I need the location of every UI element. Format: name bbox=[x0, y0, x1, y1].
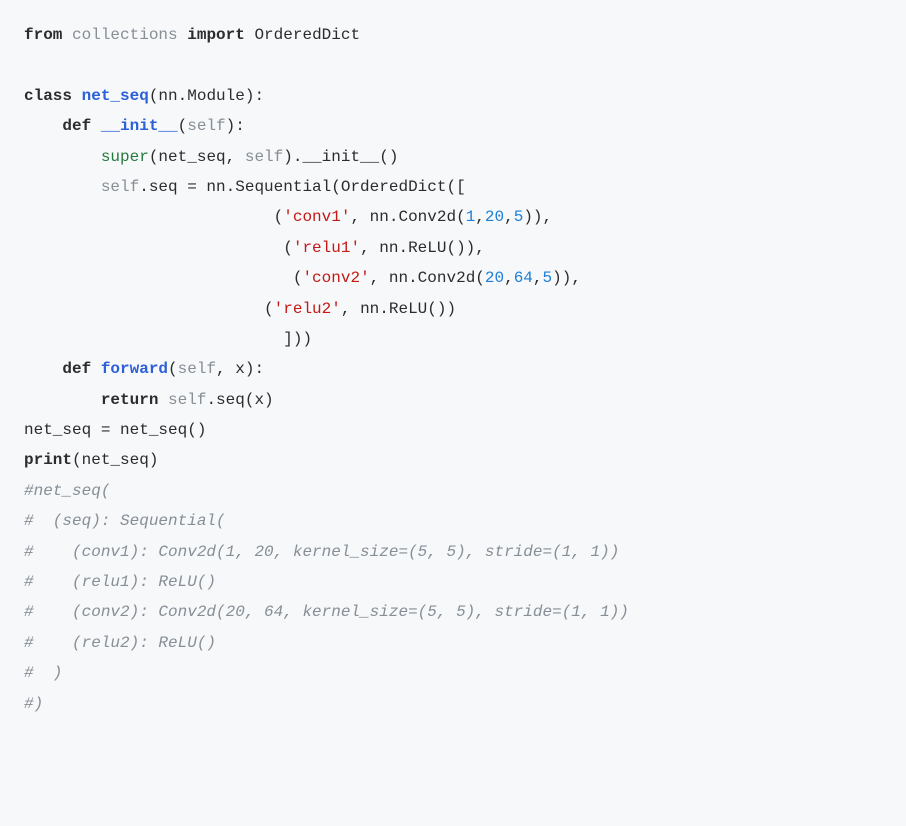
code-token: ).__init__() bbox=[283, 148, 398, 166]
code-line: def forward(self, x): bbox=[24, 354, 882, 384]
code-token: )), bbox=[552, 269, 581, 287]
code-token: 20 bbox=[485, 208, 504, 226]
code-line: #net_seq( bbox=[24, 476, 882, 506]
code-line: class net_seq(nn.Module): bbox=[24, 81, 882, 111]
code-line: print(net_seq) bbox=[24, 445, 882, 475]
code-token bbox=[24, 360, 62, 378]
code-line: ('conv2', nn.Conv2d(20,64,5)), bbox=[24, 263, 882, 293]
code-token: # (conv2): Conv2d(20, 64, kernel_size=(5… bbox=[24, 603, 629, 621]
code-line: # (conv1): Conv2d(1, 20, kernel_size=(5,… bbox=[24, 537, 882, 567]
code-token: class bbox=[24, 87, 82, 105]
code-token: (nn.Module): bbox=[149, 87, 264, 105]
code-line: # (conv2): Conv2d(20, 64, kernel_size=(5… bbox=[24, 597, 882, 627]
code-token: , bbox=[504, 269, 514, 287]
code-token: 'conv1' bbox=[283, 208, 350, 226]
code-token: # (conv1): Conv2d(1, 20, kernel_size=(5,… bbox=[24, 543, 619, 561]
code-token: return bbox=[101, 391, 168, 409]
code-token: self bbox=[178, 360, 216, 378]
code-token: # (seq): Sequential( bbox=[24, 512, 226, 530]
code-token: self bbox=[168, 391, 206, 409]
code-line: # (seq): Sequential( bbox=[24, 506, 882, 536]
code-token: ( bbox=[24, 208, 283, 226]
code-token: , nn.ReLU()) bbox=[341, 300, 456, 318]
code-token: 20 bbox=[485, 269, 504, 287]
code-line: ('relu2', nn.ReLU()) bbox=[24, 294, 882, 324]
code-token: __init__ bbox=[101, 117, 178, 135]
code-token: 5 bbox=[514, 208, 524, 226]
code-line: from collections import OrderedDict bbox=[24, 20, 882, 50]
code-token: 5 bbox=[543, 269, 553, 287]
code-token: # (relu1): ReLU() bbox=[24, 573, 216, 591]
code-token: self bbox=[187, 117, 225, 135]
code-token: self bbox=[245, 148, 283, 166]
code-token: (net_seq, bbox=[149, 148, 245, 166]
code-token: , bbox=[504, 208, 514, 226]
code-line: ('conv1', nn.Conv2d(1,20,5)), bbox=[24, 202, 882, 232]
code-token: , bbox=[475, 208, 485, 226]
code-line: # (relu1): ReLU() bbox=[24, 567, 882, 597]
code-token: , bbox=[533, 269, 543, 287]
code-token: collections bbox=[72, 26, 187, 44]
code-token: (net_seq) bbox=[72, 451, 158, 469]
code-line: ])) bbox=[24, 324, 882, 354]
code-token: # ) bbox=[24, 664, 62, 682]
code-line: net_seq = net_seq() bbox=[24, 415, 882, 445]
code-token: , nn.Conv2d( bbox=[350, 208, 465, 226]
code-token: forward bbox=[101, 360, 168, 378]
code-line: #) bbox=[24, 689, 882, 719]
code-token: net_seq = net_seq() bbox=[24, 421, 206, 439]
code-token: net_seq bbox=[82, 87, 149, 105]
code-token: from bbox=[24, 26, 72, 44]
code-token: ])) bbox=[24, 330, 312, 348]
code-line bbox=[24, 50, 882, 80]
code-line: self.seq = nn.Sequential(OrderedDict([ bbox=[24, 172, 882, 202]
code-token: 'relu2' bbox=[274, 300, 341, 318]
code-token: def bbox=[62, 117, 100, 135]
code-line: def __init__(self): bbox=[24, 111, 882, 141]
code-token: .seq = nn.Sequential(OrderedDict([ bbox=[139, 178, 465, 196]
code-token bbox=[24, 117, 62, 135]
code-token: 64 bbox=[514, 269, 533, 287]
code-token bbox=[24, 178, 101, 196]
code-token: def bbox=[62, 360, 100, 378]
code-token: ): bbox=[226, 117, 245, 135]
code-token bbox=[24, 391, 101, 409]
code-token: import bbox=[187, 26, 254, 44]
code-token: , x): bbox=[216, 360, 264, 378]
code-token: self bbox=[101, 178, 139, 196]
code-token: ( bbox=[178, 117, 188, 135]
code-token: , nn.Conv2d( bbox=[370, 269, 485, 287]
code-token: #net_seq( bbox=[24, 482, 110, 500]
code-block: from collections import OrderedDict clas… bbox=[0, 0, 906, 826]
code-token: ( bbox=[24, 239, 293, 257]
code-token: print bbox=[24, 451, 72, 469]
code-line: return self.seq(x) bbox=[24, 385, 882, 415]
code-token: )), bbox=[523, 208, 552, 226]
code-token: , nn.ReLU()), bbox=[360, 239, 485, 257]
code-token: 'conv2' bbox=[302, 269, 369, 287]
code-token: ( bbox=[168, 360, 178, 378]
code-token bbox=[24, 148, 101, 166]
code-token: # (relu2): ReLU() bbox=[24, 634, 216, 652]
code-token: #) bbox=[24, 695, 43, 713]
code-token: OrderedDict bbox=[254, 26, 360, 44]
code-token: ( bbox=[24, 269, 302, 287]
code-token: 'relu1' bbox=[293, 239, 360, 257]
code-token: .seq(x) bbox=[206, 391, 273, 409]
code-line: # (relu2): ReLU() bbox=[24, 628, 882, 658]
code-token: ( bbox=[24, 300, 274, 318]
code-line: # ) bbox=[24, 658, 882, 688]
code-line: ('relu1', nn.ReLU()), bbox=[24, 233, 882, 263]
code-token: super bbox=[101, 148, 149, 166]
code-token: 1 bbox=[466, 208, 476, 226]
code-line: super(net_seq, self).__init__() bbox=[24, 142, 882, 172]
